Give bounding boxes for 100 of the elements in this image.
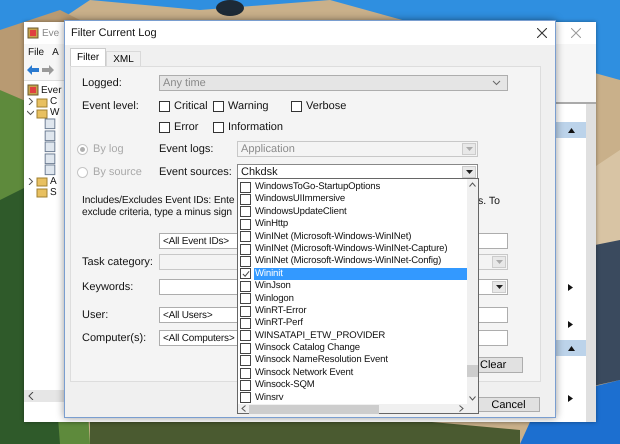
chevron-down-icon[interactable] (492, 80, 501, 86)
collapse-icon[interactable] (568, 128, 574, 132)
list-item[interactable]: WindowsUIImmersive (254, 193, 467, 206)
scroll-up-icon[interactable] (469, 182, 476, 187)
field-label: Keywords: (82, 281, 134, 293)
level-checkbox[interactable]: Error (159, 121, 213, 133)
tree-item[interactable]: A (50, 176, 57, 187)
checkbox[interactable] (240, 194, 251, 206)
pane-header[interactable] (556, 122, 586, 138)
hint-text: exclude criteria, type a minus sign (82, 207, 233, 219)
list-item[interactable]: WinJson (254, 280, 467, 293)
scrollbar[interactable] (238, 404, 478, 413)
field-label: User: (82, 309, 110, 321)
submenu-arrow-icon[interactable] (568, 395, 573, 402)
checkbox[interactable] (240, 380, 251, 391)
scroll-thumb[interactable] (249, 405, 379, 414)
list-item[interactable]: WinINet (Microsoft-Windows-WinINet) (254, 230, 467, 243)
checkbox[interactable] (240, 392, 251, 404)
list-item[interactable]: WinRT-Perf (254, 317, 467, 330)
list-item[interactable]: WindowsToGo-StartupOptions (254, 181, 467, 194)
hint-text: Includes/Excludes Event IDs: Ente (82, 195, 234, 207)
checkbox[interactable] (240, 368, 251, 379)
menu-item[interactable]: A (52, 46, 59, 58)
log-icon (27, 27, 39, 39)
tree-item[interactable]: S (50, 186, 57, 198)
list-item[interactable]: Winlogon (254, 292, 467, 305)
list-item[interactable]: Winsock-SQM (254, 379, 467, 392)
field-label: Task category: (82, 256, 154, 268)
checkbox[interactable] (240, 342, 251, 354)
checkbox[interactable] (240, 355, 251, 366)
checkbox[interactable] (240, 206, 251, 218)
list-item[interactable]: Winsock Catalog Change (254, 342, 467, 354)
list-item[interactable]: Winsrv (254, 392, 467, 404)
checkbox[interactable] (240, 244, 251, 255)
caret-icon[interactable] (496, 285, 502, 289)
tab[interactable]: Filter (70, 48, 106, 66)
checkbox[interactable] (240, 318, 251, 329)
collapse-icon[interactable] (27, 109, 34, 116)
collapse-icon[interactable] (568, 346, 574, 350)
scroll-down-icon[interactable] (469, 396, 476, 402)
list-item[interactable]: WinRT-Error (254, 304, 467, 318)
field-label: Event logs: (159, 143, 214, 155)
checkbox[interactable] (240, 256, 251, 268)
scrollbar[interactable] (24, 390, 64, 402)
log-icon[interactable] (44, 118, 56, 130)
scroll-left-icon[interactable] (28, 392, 34, 400)
folder-icon (36, 106, 48, 118)
cancel-button[interactable]: Cancel (477, 397, 540, 412)
checkbox[interactable] (240, 306, 251, 317)
caret-icon[interactable] (466, 170, 472, 174)
checkbox[interactable] (240, 293, 251, 304)
checkbox[interactable] (240, 268, 251, 280)
folder-icon (36, 175, 48, 188)
log-icon (27, 84, 39, 96)
level-checkbox[interactable]: Warning (213, 100, 291, 112)
scroll-right-icon[interactable] (459, 405, 464, 412)
expand-icon[interactable] (27, 98, 34, 105)
checkbox[interactable] (240, 231, 251, 242)
scroll-left-icon[interactable] (241, 405, 246, 412)
checkbox[interactable] (240, 182, 251, 193)
folder-icon (36, 96, 48, 108)
field-label: Logged: (82, 77, 123, 89)
forward-icon[interactable] (42, 65, 54, 75)
log-icon[interactable] (44, 130, 56, 142)
clear-button[interactable]: Clear (477, 357, 523, 373)
level-checkbox[interactable]: Information (213, 121, 284, 133)
level-checkbox[interactable]: Verbose (291, 100, 346, 112)
log-icon[interactable] (44, 164, 56, 176)
field-label: Event level: (82, 100, 140, 112)
level-checkbox[interactable]: Critical (159, 100, 213, 112)
field-label: Event sources: (159, 166, 233, 178)
dialog-title: Filter Current Log (71, 27, 157, 39)
back-icon[interactable] (27, 65, 39, 75)
list-item[interactable]: WindowsUpdateClient (254, 206, 467, 218)
field-label: Computer(s): (82, 332, 148, 344)
log-icon[interactable] (44, 152, 56, 164)
list-item[interactable]: Winsock NameResolution Event (254, 354, 467, 367)
checkbox[interactable] (240, 330, 251, 342)
window-title: Eve (42, 28, 60, 38)
scrollbar[interactable] (467, 179, 478, 404)
expand-icon[interactable] (27, 178, 34, 185)
close-icon[interactable] (537, 28, 547, 38)
list-item[interactable]: WinINet (Microsoft-Windows-WinINet-Capture) (254, 242, 467, 256)
folder-icon (36, 186, 48, 198)
scroll-thumb[interactable] (467, 365, 478, 377)
menu-item[interactable]: File (28, 46, 44, 58)
checkbox[interactable] (240, 218, 251, 230)
list-item[interactable]: WinINet (Microsoft-Windows-WinINet-Config) (254, 255, 467, 268)
list-item[interactable]: WINSATAPI_ETW_PROVIDER (254, 330, 467, 342)
list-item[interactable]: WinHttp (254, 218, 467, 231)
tree-item[interactable]: C (50, 96, 58, 107)
log-icon[interactable] (44, 141, 56, 153)
tree-item[interactable]: W (50, 107, 60, 118)
submenu-arrow-icon[interactable] (568, 321, 573, 328)
checkbox[interactable] (240, 280, 251, 292)
submenu-arrow-icon[interactable] (568, 284, 573, 291)
tab[interactable]: XML (106, 51, 141, 66)
pane-header[interactable] (556, 340, 586, 356)
list-item[interactable]: Winsock Network Event (254, 366, 467, 380)
tree-item[interactable]: Ever (41, 84, 62, 96)
